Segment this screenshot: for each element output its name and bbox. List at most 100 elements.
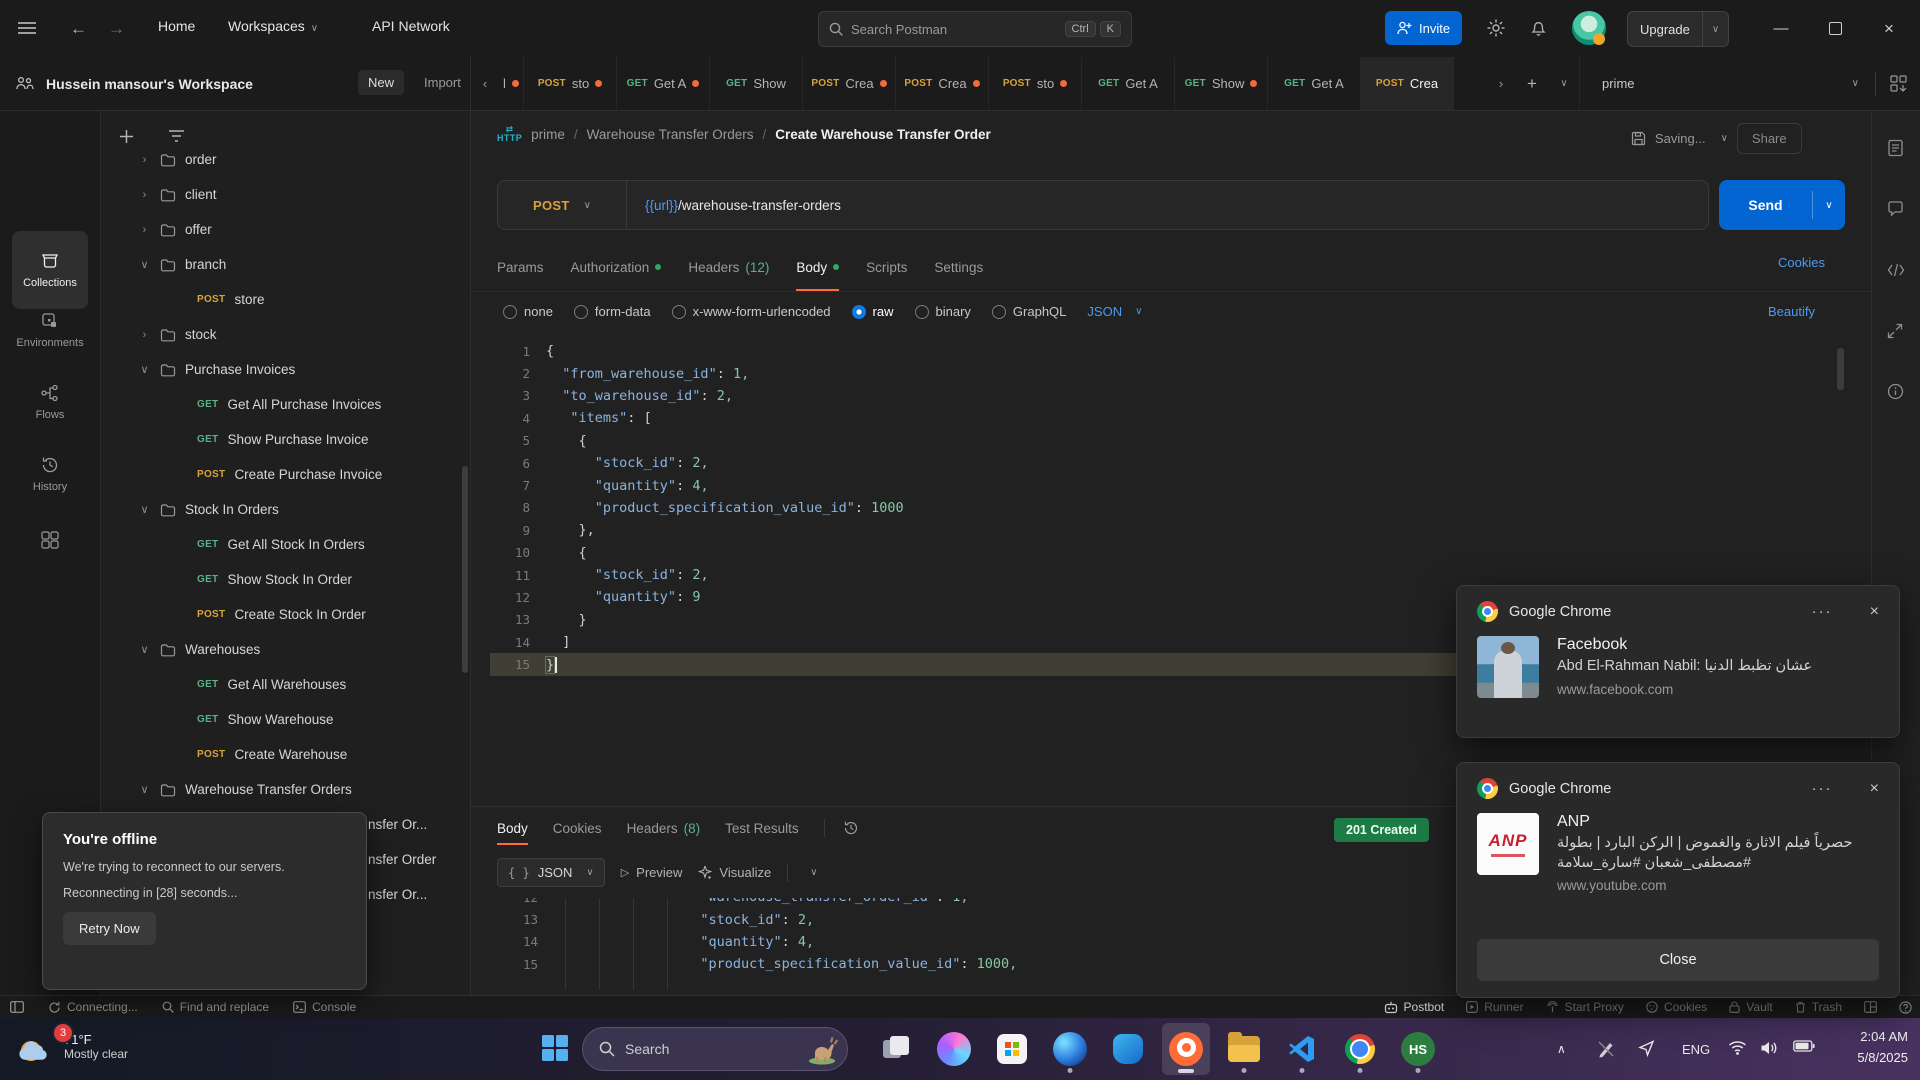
console-button[interactable]: Console: [293, 1000, 356, 1014]
share-button[interactable]: Share: [1737, 123, 1802, 154]
chevron-icon[interactable]: ∨: [138, 643, 151, 656]
cookies-button[interactable]: Cookies: [1646, 1000, 1707, 1014]
capture-requests-icon[interactable]: [1887, 323, 1903, 339]
chevron-icon[interactable]: ›: [138, 189, 151, 201]
tray-location-icon[interactable]: [1638, 1040, 1655, 1057]
chrome-notification-anp[interactable]: Google Chrome ··· × ANP ANP حصرياً فيلم …: [1456, 762, 1900, 998]
invite-button[interactable]: Invite: [1385, 11, 1462, 45]
chevron-down-icon[interactable]: ∨: [810, 867, 817, 878]
request-section-tab[interactable]: Scripts: [866, 252, 907, 282]
sidebar-item-more-tools[interactable]: [0, 531, 100, 549]
user-avatar[interactable]: [1572, 11, 1606, 45]
sidebar-item-environments[interactable]: Environments: [0, 311, 100, 349]
url-input[interactable]: {{url}}/warehouse-transfer-orders: [627, 198, 841, 213]
chevron-icon[interactable]: ›: [138, 154, 151, 166]
edge-browser-app-icon[interactable]: [1046, 1023, 1094, 1075]
tree-item[interactable]: GET Show Warehouse: [101, 702, 470, 737]
response-history-icon[interactable]: [843, 820, 859, 836]
tree-item[interactable]: GET Get All Warehouses: [101, 667, 470, 702]
body-mode-radio[interactable]: binary: [915, 304, 971, 319]
search-highlight-animal-icon[interactable]: [805, 1033, 839, 1065]
tray-volume-icon[interactable]: [1760, 1040, 1778, 1056]
sidebar-item-collections[interactable]: Collections: [12, 231, 88, 309]
request-tab[interactable]: POST Crea: [1361, 57, 1454, 110]
notification-close-button[interactable]: Close: [1477, 939, 1879, 981]
method-select[interactable]: POST∨: [498, 181, 627, 229]
editor-scrollbar[interactable]: [1837, 348, 1844, 390]
notification-close-icon[interactable]: ×: [1870, 603, 1879, 621]
request-tab[interactable]: GET Get A: [1082, 57, 1175, 110]
tree-item[interactable]: GET Get All Stock In Orders: [101, 527, 470, 562]
upgrade-button[interactable]: Upgrade∨: [1627, 11, 1729, 47]
tray-wifi-icon[interactable]: [1728, 1040, 1747, 1055]
notifications-bell-icon[interactable]: [1530, 19, 1547, 37]
tree-item[interactable]: ∨ branch: [101, 247, 470, 282]
request-tab[interactable]: GET Show: [710, 57, 803, 110]
new-button[interactable]: New: [358, 70, 404, 95]
chevron-icon[interactable]: ∨: [138, 503, 151, 516]
runner-button[interactable]: Runner: [1466, 1000, 1523, 1014]
info-icon[interactable]: [1887, 383, 1904, 400]
vault-button[interactable]: Vault: [1729, 1000, 1772, 1014]
trash-button[interactable]: Trash: [1795, 1000, 1842, 1014]
tree-item[interactable]: POST store: [101, 282, 470, 317]
chrome-app-icon[interactable]: [1336, 1023, 1384, 1075]
tree-item[interactable]: ∨ Purchase Invoices: [101, 352, 470, 387]
chevron-icon[interactable]: ›: [138, 224, 151, 236]
request-tab[interactable]: POST sto: [989, 57, 1082, 110]
tray-hidden-icons-chevron[interactable]: ∧: [1557, 1018, 1566, 1080]
tree-item[interactable]: ∨ Warehouse Transfer Orders: [101, 772, 470, 807]
menu-icon[interactable]: [18, 21, 36, 35]
response-tab[interactable]: Body: [497, 821, 528, 836]
chrome-notification-facebook[interactable]: Google Chrome ··· × Facebook Abd El-Rahm…: [1456, 585, 1900, 738]
taskbar-clock[interactable]: 2:04 AM 5/8/2025: [1822, 1027, 1908, 1069]
preview-button[interactable]: ▷Preview: [621, 865, 683, 880]
body-mode-radio[interactable]: GraphQL: [992, 304, 1066, 319]
connection-status[interactable]: Connecting...: [48, 1000, 138, 1014]
request-section-tab[interactable]: Settings: [934, 252, 983, 282]
workspace-title[interactable]: Hussein mansour's Workspace: [46, 76, 253, 92]
request-section-tab[interactable]: Params: [497, 252, 544, 282]
tree-item[interactable]: POST Create Stock In Order: [101, 597, 470, 632]
taskbar-search-input[interactable]: Search: [582, 1027, 848, 1071]
response-tab[interactable]: Test Results: [725, 821, 799, 836]
body-mode-radio[interactable]: form-data: [574, 304, 651, 319]
sidebar-scrollbar[interactable]: [462, 466, 468, 673]
chevron-down-icon[interactable]: ∨: [1721, 133, 1728, 144]
request-section-tab[interactable]: Headers (12): [688, 252, 769, 282]
beautify-link[interactable]: Beautify: [1768, 304, 1815, 319]
documentation-icon[interactable]: [1887, 139, 1904, 157]
forward-arrow-icon[interactable]: →: [108, 19, 125, 39]
body-mode-radio[interactable]: x-www-form-urlencoded: [672, 304, 831, 319]
breadcrumb-request[interactable]: Create Warehouse Transfer Order: [775, 127, 991, 142]
hs-app-icon[interactable]: HS: [1394, 1023, 1442, 1075]
code-snippet-icon[interactable]: [1887, 263, 1905, 277]
postman-app-icon[interactable]: [1162, 1023, 1210, 1075]
help-icon[interactable]: [1899, 1001, 1912, 1014]
tabs-scroll-left-icon[interactable]: ‹: [471, 57, 499, 110]
breadcrumb-folder[interactable]: Warehouse Transfer Orders: [587, 127, 754, 142]
environment-quick-look-icon[interactable]: [1876, 75, 1920, 92]
send-button[interactable]: Send∨: [1719, 180, 1845, 230]
tree-item[interactable]: POST Create Warehouse: [101, 737, 470, 772]
tabs-scroll-right-icon[interactable]: ›: [1487, 57, 1515, 110]
tray-language-indicator[interactable]: ENG: [1682, 1018, 1710, 1080]
blue-app-icon[interactable]: [1104, 1023, 1152, 1075]
request-section-tab[interactable]: Authorization: [571, 252, 662, 282]
chevron-icon[interactable]: ›: [138, 329, 151, 341]
request-tab[interactable]: l: [499, 57, 524, 110]
tree-item[interactable]: ∨ Warehouses: [101, 632, 470, 667]
request-tab[interactable]: GET Get A: [1268, 57, 1361, 110]
request-tab[interactable]: GET Show: [1175, 57, 1268, 110]
chevron-icon[interactable]: ∨: [138, 363, 151, 376]
tree-item[interactable]: › client: [101, 177, 470, 212]
tree-item[interactable]: ∨ Stock In Orders: [101, 492, 470, 527]
response-format-select[interactable]: { }JSON∨: [497, 858, 605, 887]
notification-more-icon[interactable]: ···: [1812, 603, 1833, 620]
tree-item[interactable]: GET Show Stock In Order: [101, 562, 470, 597]
new-tab-button[interactable]: +: [1515, 57, 1549, 110]
panes-icon[interactable]: [1864, 1001, 1877, 1013]
response-tab[interactable]: Cookies: [553, 821, 602, 836]
request-tab[interactable]: GET Get A: [617, 57, 710, 110]
visualize-button[interactable]: Visualize: [698, 865, 771, 880]
